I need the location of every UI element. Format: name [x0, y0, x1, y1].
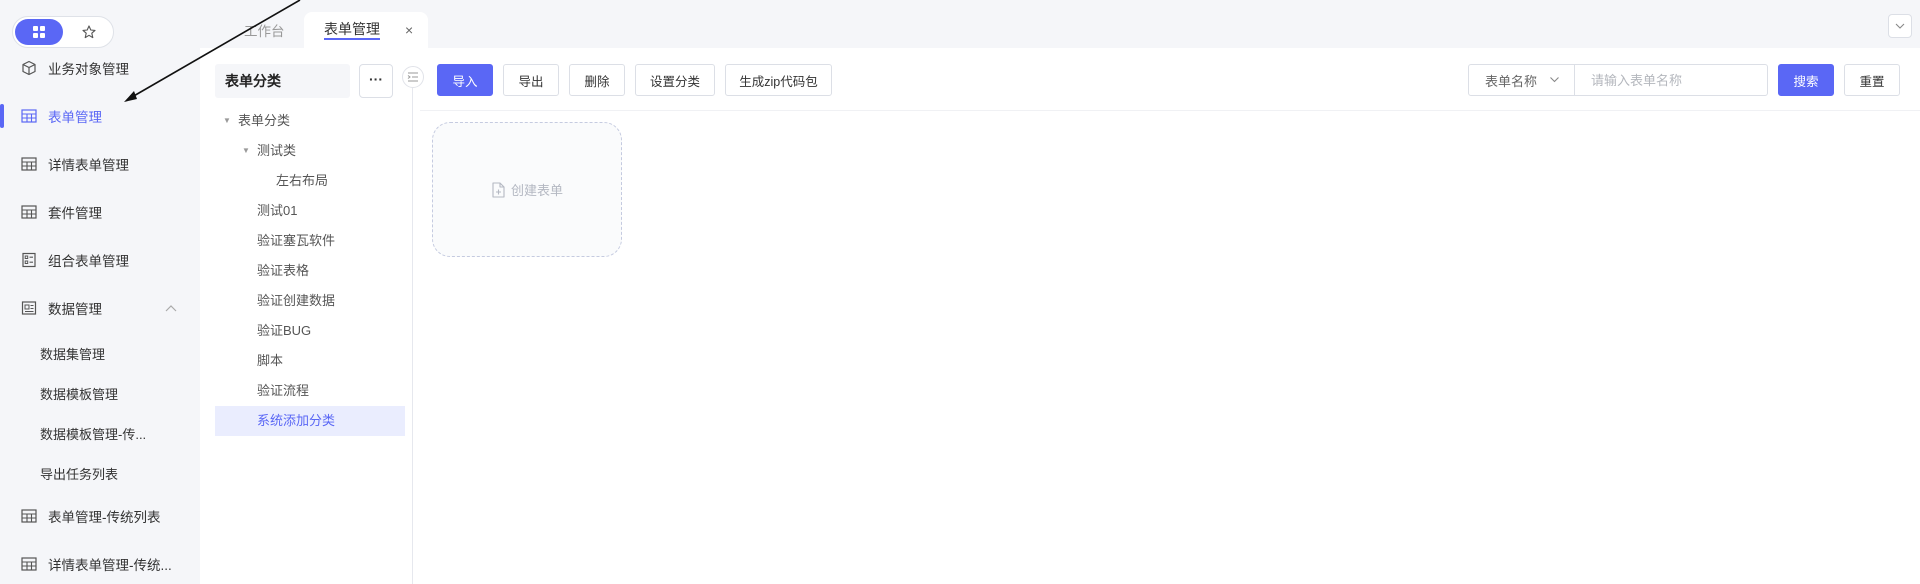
sidebar-item-form-traditional[interactable]: 表单管理-传统列表 — [0, 496, 200, 536]
sidebar-subitem-data-template[interactable]: 数据模板管理 — [40, 384, 118, 403]
tree-node[interactable]: 验证表格 — [215, 256, 405, 286]
tree-node-label: 验证BUG — [257, 323, 312, 338]
search-field-label: 表单名称 — [1485, 73, 1538, 89]
chevron-down-icon — [1895, 23, 1905, 29]
file-add-icon — [491, 181, 505, 198]
create-form-card[interactable]: 创建表单 — [432, 122, 622, 257]
tab-label: 表单管理 — [324, 20, 380, 40]
tree-node-label: 验证塞瓦软件 — [257, 233, 336, 248]
sidebar-item-detail-form-traditional[interactable]: 详情表单管理-传统... — [0, 544, 200, 584]
tree-node-label: 验证创建数据 — [257, 293, 336, 308]
tree-node-label: 系统添加分类 — [257, 413, 336, 428]
tree-node-label: 脚本 — [257, 353, 284, 368]
search-field-select[interactable]: 表单名称 — [1469, 65, 1575, 95]
tree-node-label: 左右布局 — [276, 173, 329, 188]
sidebar-item-detail-forms[interactable]: 详情表单管理 — [0, 144, 200, 184]
sidebar-item-label: 套件管理 — [48, 206, 102, 221]
tree-node-label: 验证表格 — [257, 263, 310, 278]
table-icon — [20, 155, 38, 173]
collapse-panel-button[interactable] — [402, 66, 424, 88]
star-icon — [82, 25, 96, 39]
import-button[interactable]: 导入 — [437, 64, 493, 96]
table-icon — [20, 107, 38, 125]
toolbar-divider — [420, 110, 1920, 111]
more-button[interactable]: ··· — [359, 64, 393, 98]
table-icon — [20, 507, 38, 525]
sidebar-item-label: 组合表单管理 — [48, 254, 129, 269]
close-icon[interactable]: × — [405, 22, 413, 38]
tab-menu-button[interactable] — [1888, 14, 1912, 38]
tree-node-label: 测试01 — [257, 203, 298, 218]
app-window: 业务对象管理 表单管理 详情表单管理 套件管理 组合表单管理 数据管理 数据集管… — [0, 0, 1920, 584]
tree-node[interactable]: 左右布局 — [215, 166, 405, 196]
search-button[interactable]: 搜索 — [1778, 64, 1834, 96]
table-icon — [20, 203, 38, 221]
tab-label: 工作台 — [244, 24, 285, 39]
export-button[interactable]: 导出 — [503, 64, 559, 96]
tab-bar: 工作台 表单管理 × — [200, 0, 1920, 48]
sidebar-item-label: 表单管理 — [48, 110, 102, 125]
sidebar: 业务对象管理 表单管理 详情表单管理 套件管理 组合表单管理 数据管理 数据集管… — [0, 0, 200, 584]
tab-workbench[interactable]: 工作台 — [244, 12, 285, 48]
tab-form-management[interactable]: 表单管理 × — [304, 12, 428, 48]
view-switcher — [12, 16, 114, 48]
sidebar-subitem-data-template-traditional[interactable]: 数据模板管理-传... — [40, 424, 146, 443]
reset-button[interactable]: 重置 — [1844, 64, 1900, 96]
cube-icon — [20, 59, 38, 77]
generate-zip-button[interactable]: 生成zip代码包 — [725, 64, 832, 96]
category-panel-title: 表单分类 — [215, 64, 350, 98]
collapse-list-icon — [407, 72, 418, 82]
tree-node[interactable]: 验证创建数据 — [215, 286, 405, 316]
search-group: 表单名称 — [1468, 64, 1768, 96]
tree-node-label: 测试类 — [257, 143, 297, 158]
table-icon — [20, 555, 38, 573]
tree-node-label: 表单分类 — [238, 113, 291, 128]
delete-button[interactable]: 删除 — [569, 64, 625, 96]
tree-node[interactable]: 验证流程 — [215, 376, 405, 406]
sidebar-subitem-export-tasks[interactable]: 导出任务列表 — [40, 464, 118, 483]
chevron-up-icon[interactable] — [165, 304, 177, 312]
caret-down-icon[interactable]: ▼ — [242, 136, 250, 166]
set-category-button[interactable]: 设置分类 — [635, 64, 715, 96]
sidebar-item-label: 表单管理-传统列表 — [48, 510, 161, 525]
search-input[interactable] — [1575, 65, 1767, 95]
list-form-icon — [20, 251, 38, 269]
grid-view-button[interactable] — [15, 19, 63, 45]
chevron-down-icon — [1550, 77, 1559, 83]
sidebar-item-form-management[interactable]: 表单管理 — [0, 96, 200, 136]
grid-icon — [33, 26, 45, 38]
sidebar-item-label: 详情表单管理-传统... — [48, 558, 172, 573]
tree-node-selected[interactable]: 系统添加分类 — [215, 406, 405, 436]
sidebar-item-label: 详情表单管理 — [48, 158, 129, 173]
tree-node[interactable]: 脚本 — [215, 346, 405, 376]
tree-node[interactable]: 验证BUG — [215, 316, 405, 346]
create-form-label: 创建表单 — [510, 183, 563, 198]
panel-divider[interactable] — [412, 68, 413, 584]
sidebar-item-composite-forms[interactable]: 组合表单管理 — [0, 240, 200, 280]
data-icon — [20, 299, 38, 317]
tree-node-test-category[interactable]: ▼ 测试类 — [215, 136, 405, 166]
tree-node[interactable]: 验证塞瓦软件 — [215, 226, 405, 256]
sidebar-item-label: 数据管理 — [48, 302, 102, 317]
sidebar-item-label: 业务对象管理 — [48, 62, 129, 77]
sidebar-item-business-objects[interactable]: 业务对象管理 — [0, 48, 200, 88]
tree-node-root[interactable]: ▼ 表单分类 — [215, 106, 405, 136]
sidebar-item-suite[interactable]: 套件管理 — [0, 192, 200, 232]
tree-node[interactable]: 测试01 — [215, 196, 405, 226]
caret-down-icon[interactable]: ▼ — [223, 106, 231, 136]
sidebar-subitem-dataset[interactable]: 数据集管理 — [40, 344, 105, 363]
tree-node-label: 验证流程 — [257, 383, 310, 398]
favorites-button[interactable] — [65, 19, 113, 45]
